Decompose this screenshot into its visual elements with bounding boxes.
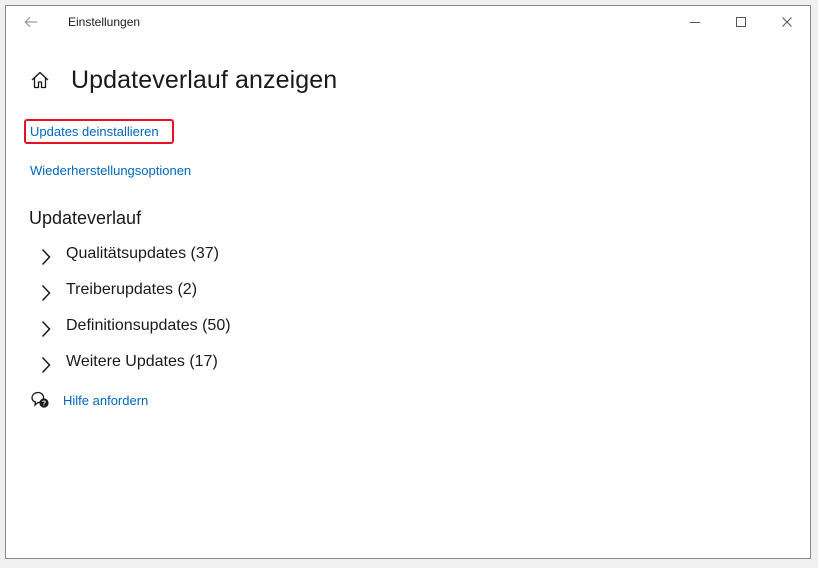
history-list: Qualitätsupdates (37) Treiberupdates (2)… [36, 236, 436, 380]
page-title: Updateverlauf anzeigen [71, 65, 338, 94]
history-item-label: Treiberupdates (2) [66, 281, 198, 298]
maximize-icon [736, 17, 746, 27]
back-arrow-icon [24, 16, 37, 28]
chevron-right-icon [36, 354, 56, 376]
close-icon [782, 17, 792, 27]
get-help-link[interactable]: ? Hilfe anfordern [30, 390, 148, 410]
settings-window: Einstellungen Updateverlauf anzeigen Upd… [5, 5, 811, 559]
back-button[interactable] [20, 12, 42, 32]
title-bar: Einstellungen [6, 6, 810, 38]
history-item-label: Qualitätsupdates (37) [66, 245, 219, 262]
close-button[interactable] [764, 6, 810, 38]
minimize-button[interactable] [672, 6, 718, 38]
help-chat-icon: ? [30, 390, 50, 410]
chevron-right-icon [36, 246, 56, 268]
page-header: Updateverlauf anzeigen [28, 62, 337, 98]
maximize-button[interactable] [718, 6, 764, 38]
uninstall-updates-link[interactable]: Updates deinstallieren [30, 124, 159, 139]
history-section-title: Updateverlauf [29, 208, 142, 228]
window-title: Einstellungen [68, 15, 141, 29]
home-icon [31, 71, 49, 89]
history-item-label: Weitere Updates (17) [66, 353, 218, 370]
history-item-driver[interactable]: Treiberupdates (2) [36, 272, 436, 308]
svg-text:?: ? [42, 401, 46, 408]
history-item-quality[interactable]: Qualitätsupdates (37) [36, 236, 436, 272]
recovery-options-link[interactable]: Wiederherstellungsoptionen [30, 163, 191, 178]
minimize-icon [690, 22, 700, 23]
history-item-label: Definitionsupdates (50) [66, 317, 231, 334]
history-item-other[interactable]: Weitere Updates (17) [36, 344, 436, 380]
chevron-right-icon [36, 318, 56, 340]
history-item-definition[interactable]: Definitionsupdates (50) [36, 308, 436, 344]
chevron-right-icon [36, 282, 56, 304]
home-button[interactable] [28, 68, 52, 92]
help-label: Hilfe anfordern [63, 392, 149, 408]
